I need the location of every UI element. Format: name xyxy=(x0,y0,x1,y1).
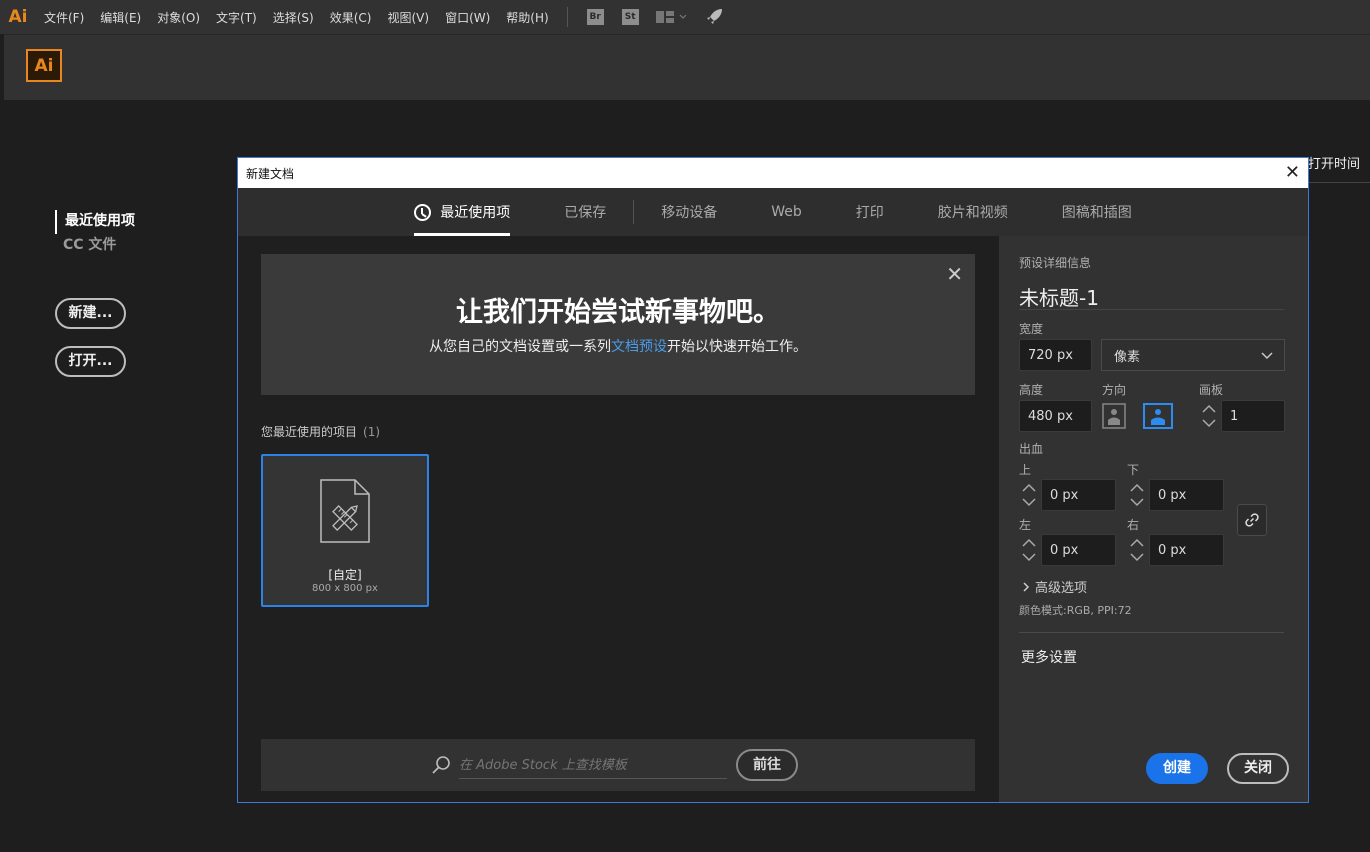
bleed-right-stepper[interactable] xyxy=(1127,534,1147,566)
tab-film-video[interactable]: 胶片和视频 xyxy=(938,188,1008,236)
menu-help[interactable]: 帮助(H) xyxy=(498,9,556,26)
bleed-label: 出血 xyxy=(1019,442,1044,456)
stock-search-bar: 前往 xyxy=(261,739,975,791)
tab-label: 最近使用项 xyxy=(440,205,511,221)
document-custom-icon xyxy=(318,478,372,548)
new-document-dialog: 新建文档 ✕ 最近使用项 已保存 移动设备 Web 打印 胶片和视频 图稿和插图… xyxy=(237,157,1309,803)
more-settings-link[interactable]: 更多设置 xyxy=(1021,647,1077,667)
bleed-bottom-stepper[interactable] xyxy=(1127,479,1147,511)
clock-icon xyxy=(414,203,432,221)
preset-size: 800 x 800 px xyxy=(312,583,378,594)
bleed-left-stepper[interactable] xyxy=(1019,534,1039,566)
menu-view[interactable]: 视图(V) xyxy=(379,9,437,26)
preset-details-header: 预设详细信息 xyxy=(1019,256,1092,270)
banner-sub-post: 开始以快速开始工作。 xyxy=(667,339,807,355)
banner-close-icon[interactable]: ✕ xyxy=(946,262,963,286)
stock-search-input[interactable] xyxy=(459,752,727,779)
column-header-opened[interactable]: 打开时间 xyxy=(1308,153,1370,183)
unit-select[interactable]: 像素 xyxy=(1101,339,1285,371)
nav-cc-files[interactable]: CC 文件 xyxy=(55,234,135,258)
bleed-bottom-field[interactable]: 0 px xyxy=(1149,479,1224,511)
landscape-icon[interactable] xyxy=(1143,403,1173,429)
preset-card[interactable]: [自定] 800 x 800 px xyxy=(261,454,429,607)
preset-details-pane: 预设详细信息 未标题-1 宽度 720 px 像素 高度 方向 画板 480 p… xyxy=(999,236,1308,802)
advanced-options-label: 高级选项 xyxy=(1035,581,1088,596)
tab-recent[interactable]: 最近使用项 xyxy=(414,188,511,236)
chevron-down-icon xyxy=(1261,352,1273,360)
bridge-button[interactable]: Br xyxy=(586,9,604,25)
bleed-top-field[interactable]: 0 px xyxy=(1041,479,1116,511)
tab-web[interactable]: Web xyxy=(771,188,802,236)
recent-items-title: 您最近使用的项目 xyxy=(261,425,358,439)
menu-effect[interactable]: 效果(C) xyxy=(322,9,380,26)
preset-tabs: 最近使用项 已保存 移动设备 Web 打印 胶片和视频 图稿和插图 xyxy=(238,188,1308,236)
tab-mobile[interactable]: 移动设备 xyxy=(661,188,717,236)
welcome-banner: ✕ 让我们开始尝试新事物吧。 从您自己的文档设置或一系列文档预设开始以快速开始工… xyxy=(261,254,975,395)
tab-divider xyxy=(633,200,635,224)
document-presets-link[interactable]: 文档预设 xyxy=(611,339,667,355)
menu-divider xyxy=(566,7,568,27)
search-icon xyxy=(431,755,451,779)
tab-art-illustration[interactable]: 图稿和插图 xyxy=(1062,188,1132,236)
artboard-count-field[interactable]: 1 xyxy=(1221,400,1285,432)
create-button[interactable]: 创建 xyxy=(1146,753,1208,784)
chevron-right-icon xyxy=(1023,582,1030,592)
app-logo: Ai xyxy=(26,49,62,82)
menu-bar: Ai 文件(F) 编辑(E) 对象(O) 文字(T) 选择(S) 效果(C) 视… xyxy=(0,0,1370,34)
menu-window[interactable]: 窗口(W) xyxy=(437,9,498,26)
menu-file[interactable]: 文件(F) xyxy=(36,9,92,26)
stock-go-button[interactable]: 前往 xyxy=(736,749,798,781)
recent-items-count: (1) xyxy=(363,425,381,439)
width-field[interactable]: 720 px xyxy=(1019,339,1092,371)
bleed-top-label: 上 xyxy=(1019,463,1032,477)
menu-select[interactable]: 选择(S) xyxy=(265,9,322,26)
menu-edit[interactable]: 编辑(E) xyxy=(92,9,149,26)
bleed-right-field[interactable]: 0 px xyxy=(1149,534,1224,566)
dialog-title: 新建文档 xyxy=(246,166,295,181)
artboard-stepper[interactable] xyxy=(1199,400,1219,432)
open-button[interactable]: 打开... xyxy=(55,346,126,377)
home-nav: 最近使用项 CC 文件 xyxy=(55,210,135,258)
bleed-left-field[interactable]: 0 px xyxy=(1041,534,1116,566)
banner-subtitle: 从您自己的文档设置或一系列文档预设开始以快速开始工作。 xyxy=(261,336,975,356)
orientation-label: 方向 xyxy=(1102,383,1127,397)
document-name-field[interactable]: 未标题-1 xyxy=(1019,282,1284,310)
dialog-titlebar: 新建文档 ✕ xyxy=(238,158,1308,188)
bleed-top-stepper[interactable] xyxy=(1019,479,1039,511)
nav-recent[interactable]: 最近使用项 xyxy=(55,210,135,234)
workspace-layout-icon[interactable] xyxy=(655,11,688,23)
home-header: Ai xyxy=(4,34,1370,100)
unit-value: 像素 xyxy=(1114,349,1141,365)
close-button[interactable]: 关闭 xyxy=(1227,753,1289,784)
details-divider xyxy=(1019,632,1284,633)
bleed-left-label: 左 xyxy=(1019,518,1032,532)
portrait-icon[interactable] xyxy=(1102,403,1126,429)
width-label: 宽度 xyxy=(1019,322,1044,336)
new-button[interactable]: 新建... xyxy=(55,298,126,329)
preset-name: [自定] xyxy=(328,568,362,582)
color-mode-info: 颜色模式:RGB, PPI:72 xyxy=(1019,604,1132,617)
menu-object[interactable]: 对象(O) xyxy=(149,9,208,26)
bleed-right-label: 右 xyxy=(1127,518,1140,532)
close-icon[interactable]: ✕ xyxy=(1285,162,1300,183)
app-logo-small: Ai xyxy=(8,7,28,27)
stock-button[interactable]: St xyxy=(621,9,639,25)
advanced-options-toggle[interactable]: 高级选项 xyxy=(1021,577,1087,596)
link-icon[interactable] xyxy=(1237,504,1267,536)
preset-main-pane: ✕ 让我们开始尝试新事物吧。 从您自己的文档设置或一系列文档预设开始以快速开始工… xyxy=(238,236,999,802)
tab-saved[interactable]: 已保存 xyxy=(564,188,606,236)
tab-print[interactable]: 打印 xyxy=(856,188,884,236)
rocket-icon[interactable] xyxy=(706,7,724,28)
banner-title: 让我们开始尝试新事物吧。 xyxy=(456,297,780,328)
height-label: 高度 xyxy=(1019,383,1044,397)
bleed-bottom-label: 下 xyxy=(1127,463,1140,477)
banner-sub-pre: 从您自己的文档设置或一系列 xyxy=(429,339,611,355)
artboard-label: 画板 xyxy=(1199,383,1224,397)
menu-type[interactable]: 文字(T) xyxy=(208,9,265,26)
height-field[interactable]: 480 px xyxy=(1019,400,1092,432)
recent-items-label: 您最近使用的项目 (1) xyxy=(261,423,380,440)
